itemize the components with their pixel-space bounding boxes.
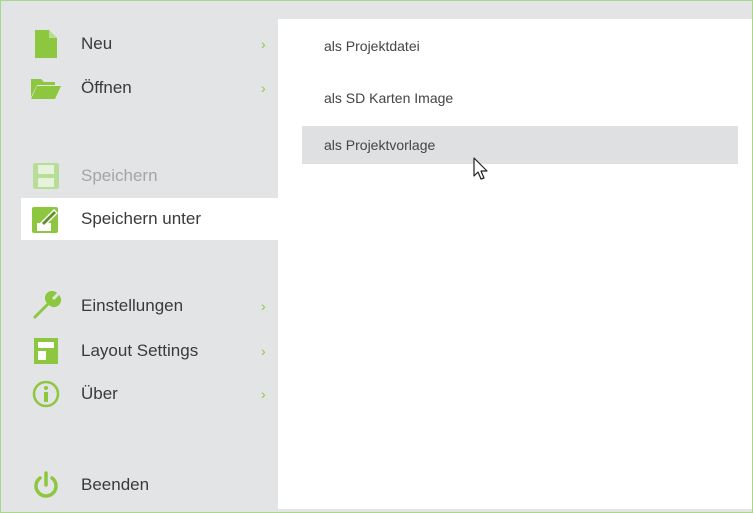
- folder-open-icon: [29, 71, 63, 105]
- menu-item-label: Layout Settings: [81, 341, 199, 360]
- menu-item-label: Speichern: [81, 166, 158, 185]
- sidebar-menu: Neu › Öffnen › Speichern Speichern unter: [1, 1, 278, 513]
- menu-item-oeffnen[interactable]: Öffnen ›: [21, 67, 278, 109]
- menu-item-label: Öffnen: [81, 78, 132, 97]
- chevron-right-icon: ›: [261, 386, 266, 402]
- layout-icon: [29, 334, 63, 368]
- save-icon: [29, 159, 63, 193]
- power-icon: [29, 468, 63, 502]
- save-as-icon: [29, 202, 63, 236]
- mouse-pointer-icon: [473, 157, 489, 186]
- submenu-item-projektdatei[interactable]: als Projektdatei: [302, 27, 738, 65]
- menu-item-layout-settings[interactable]: Layout Settings ›: [21, 330, 278, 372]
- menu-item-ueber[interactable]: Über ›: [21, 373, 278, 415]
- submenu-item-projektvorlage[interactable]: als Projektvorlage: [302, 126, 738, 164]
- menu-item-einstellungen[interactable]: Einstellungen ›: [21, 285, 278, 327]
- menu-item-label: Über: [81, 384, 118, 403]
- chevron-right-icon: ›: [261, 343, 266, 359]
- wrench-icon: [29, 289, 63, 323]
- menu-item-label: Neu: [81, 34, 113, 53]
- menu-item-speichern[interactable]: Speichern: [21, 155, 278, 197]
- chevron-right-icon: ›: [261, 80, 266, 96]
- submenu-item-label: als Projektdatei: [324, 38, 420, 54]
- menu-item-label: Einstellungen: [81, 296, 184, 315]
- submenu-item-label: als SD Karten Image: [324, 90, 454, 106]
- menu-item-label: Speichern unter: [81, 209, 202, 228]
- submenu-panel: als Projektdatei als SD Karten Image als…: [278, 19, 752, 509]
- submenu-item-sd-karten-image[interactable]: als SD Karten Image: [302, 79, 738, 117]
- submenu-item-label: als Projektvorlage: [324, 137, 436, 153]
- menu-item-neu[interactable]: Neu ›: [21, 23, 278, 65]
- menu-item-speichern-unter[interactable]: Speichern unter: [21, 198, 278, 240]
- menu-item-label: Beenden: [81, 475, 150, 494]
- chevron-right-icon: ›: [261, 298, 266, 314]
- menu-item-beenden[interactable]: Beenden: [21, 464, 278, 506]
- new-file-icon: [29, 27, 63, 61]
- info-icon: [29, 377, 63, 411]
- backstage-window: Neu › Öffnen › Speichern Speichern unter: [0, 0, 753, 513]
- chevron-right-icon: ›: [261, 36, 266, 52]
